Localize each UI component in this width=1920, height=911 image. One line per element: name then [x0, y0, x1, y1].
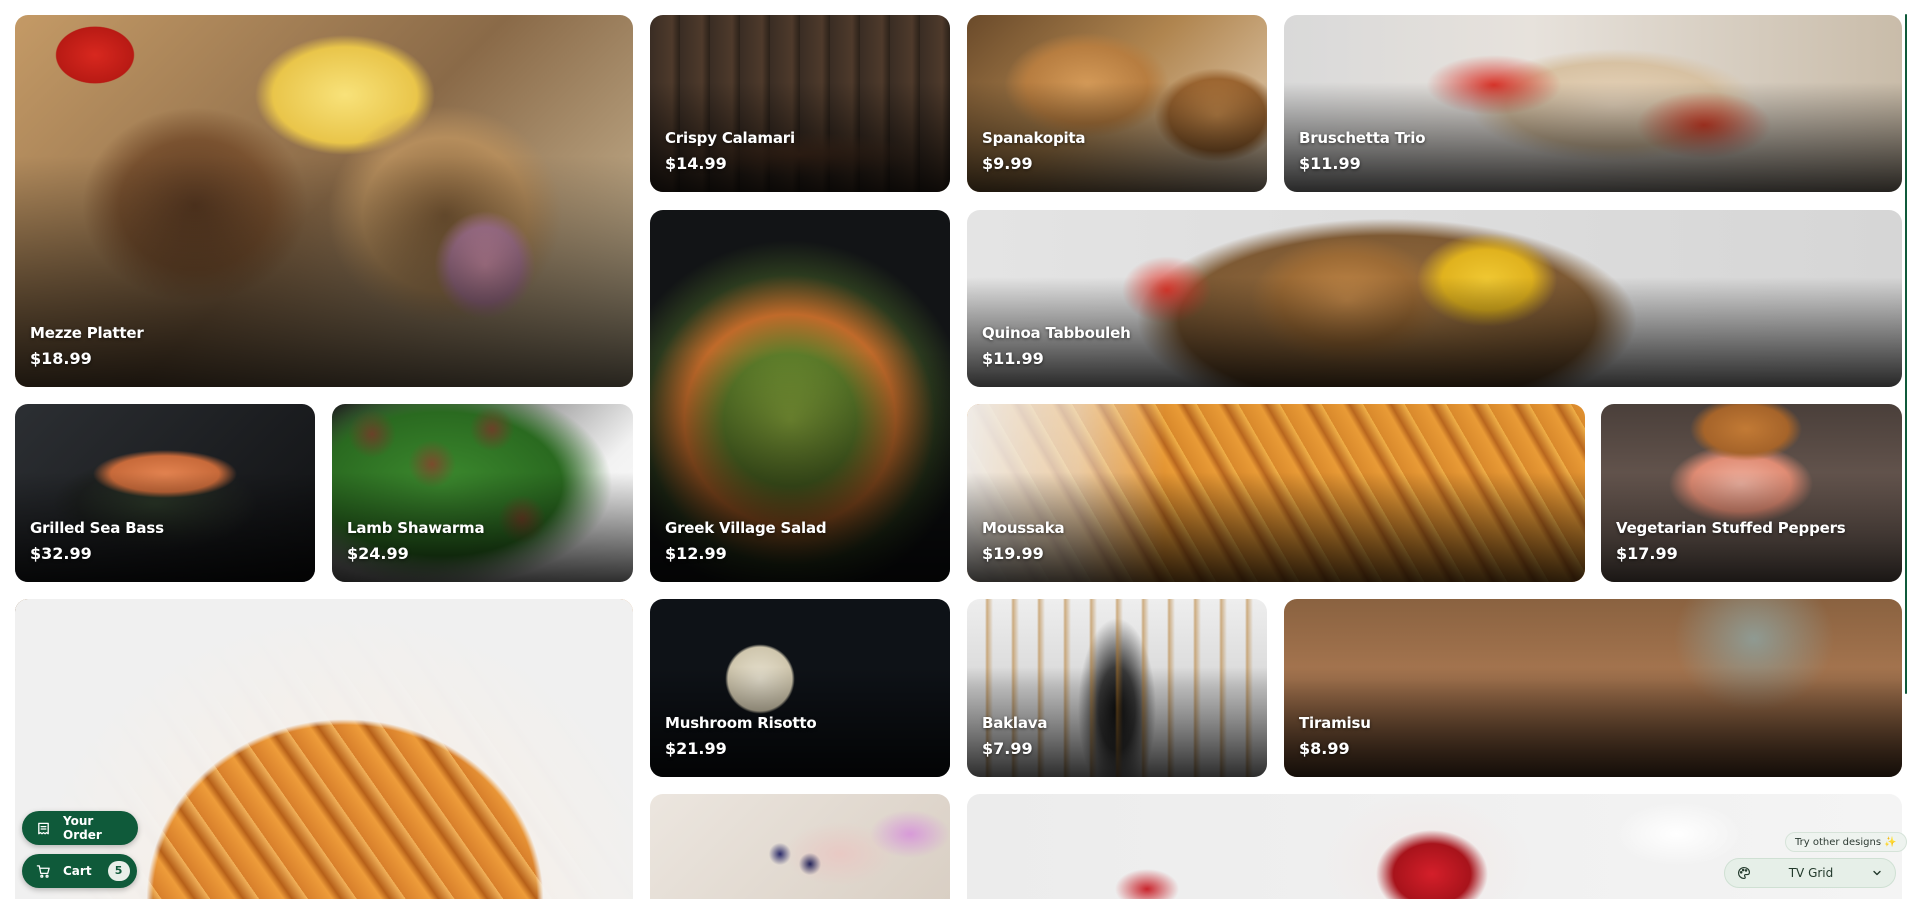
tile-label: Moussaka $19.99 [982, 518, 1065, 565]
item-price: $11.99 [1299, 154, 1361, 173]
palette-icon [1738, 867, 1750, 879]
menu-tile-lamb-shawarma[interactable]: Lamb Shawarma $24.99 [332, 404, 633, 582]
item-name: Spanakopita [982, 129, 1086, 147]
item-name: Mezze Platter [30, 324, 144, 342]
item-name: Lamb Shawarma [347, 519, 485, 537]
cart-button[interactable]: Cart 5 [22, 854, 137, 888]
tile-label: Tiramisu $8.99 [1299, 713, 1371, 760]
menu-tile-grilled-sea-bass[interactable]: Grilled Sea Bass $32.99 [15, 404, 315, 582]
item-name: Quinoa Tabbouleh [982, 324, 1131, 342]
tile-label: Grilled Sea Bass $32.99 [30, 518, 164, 565]
tile-gradient-overlay [1284, 666, 1902, 777]
chevron-down-icon [1873, 870, 1881, 876]
item-price: $14.99 [665, 154, 727, 173]
item-price: $11.99 [982, 349, 1044, 368]
item-price: $7.99 [982, 739, 1033, 758]
cart-icon [36, 864, 50, 878]
your-order-button[interactable]: Your Order [22, 811, 138, 845]
tile-label: Bruschetta Trio $11.99 [1299, 128, 1425, 175]
item-price: $8.99 [1299, 739, 1350, 758]
item-price: $18.99 [30, 349, 92, 368]
item-price: $21.99 [665, 739, 727, 758]
menu-tile-bruschetta-trio[interactable]: Bruschetta Trio $11.99 [1284, 15, 1902, 192]
your-order-label: Your Order [63, 814, 102, 842]
tile-label: Vegetarian Stuffed Peppers $17.99 [1616, 518, 1846, 565]
menu-tile-crispy-calamari[interactable]: Crispy Calamari $14.99 [650, 15, 950, 192]
item-name: Mushroom Risotto [665, 714, 817, 732]
cart-label: Cart [63, 864, 92, 878]
tile-label: Mezze Platter $18.99 [30, 323, 144, 370]
design-select-value: TV Grid [1788, 866, 1834, 880]
try-other-designs-hint[interactable]: Try other designs ✨ [1785, 832, 1907, 852]
tile-label: Quinoa Tabbouleh $11.99 [982, 323, 1131, 370]
item-price: $19.99 [982, 544, 1044, 563]
tile-label: Greek Village Salad $12.99 [665, 518, 827, 565]
menu-tile-mushroom-risotto[interactable]: Mushroom Risotto $21.99 [650, 599, 950, 777]
tile-label: Lamb Shawarma $24.99 [347, 518, 485, 565]
menu-tile-quinoa-tabbouleh[interactable]: Quinoa Tabbouleh $11.99 [967, 210, 1902, 387]
item-name: Grilled Sea Bass [30, 519, 164, 537]
item-price: $9.99 [982, 154, 1033, 173]
menu-tile-vegetarian-stuffed-peppers[interactable]: Vegetarian Stuffed Peppers $17.99 [1601, 404, 1902, 582]
item-price: $12.99 [665, 544, 727, 563]
tile-label: Baklava $7.99 [982, 713, 1047, 760]
item-price: $32.99 [30, 544, 92, 563]
tile-label: Spanakopita $9.99 [982, 128, 1086, 175]
menu-tile-spanakopita[interactable]: Spanakopita $9.99 [967, 15, 1267, 192]
menu-tile-baklava[interactable]: Baklava $7.99 [967, 599, 1267, 777]
item-name: Baklava [982, 714, 1048, 732]
item-price: $24.99 [347, 544, 409, 563]
receipt-icon [38, 822, 49, 834]
item-name: Moussaka [982, 519, 1065, 537]
item-name: Crispy Calamari [665, 129, 795, 147]
tile-label: Mushroom Risotto $21.99 [665, 713, 817, 760]
scrollbar[interactable] [1905, 14, 1907, 694]
item-name: Vegetarian Stuffed Peppers [1616, 519, 1846, 537]
menu-tile-ice-cream[interactable] [650, 794, 950, 899]
menu-tile-greek-village-salad[interactable]: Greek Village Salad $12.99 [650, 210, 950, 582]
menu-tile-tiramisu[interactable]: Tiramisu $8.99 [1284, 599, 1902, 777]
menu-tile-moussaka[interactable]: Moussaka $19.99 [967, 404, 1585, 582]
menu-tile-mezze-platter[interactable]: Mezze Platter $18.99 [15, 15, 633, 387]
item-name: Greek Village Salad [665, 519, 827, 537]
item-name: Tiramisu [1299, 714, 1371, 732]
cart-count-badge: 5 [107, 861, 130, 881]
tile-label: Crispy Calamari $14.99 [665, 128, 795, 175]
item-price: $17.99 [1616, 544, 1678, 563]
design-select[interactable]: TV Grid [1724, 858, 1896, 888]
item-name: Bruschetta Trio [1299, 129, 1426, 147]
